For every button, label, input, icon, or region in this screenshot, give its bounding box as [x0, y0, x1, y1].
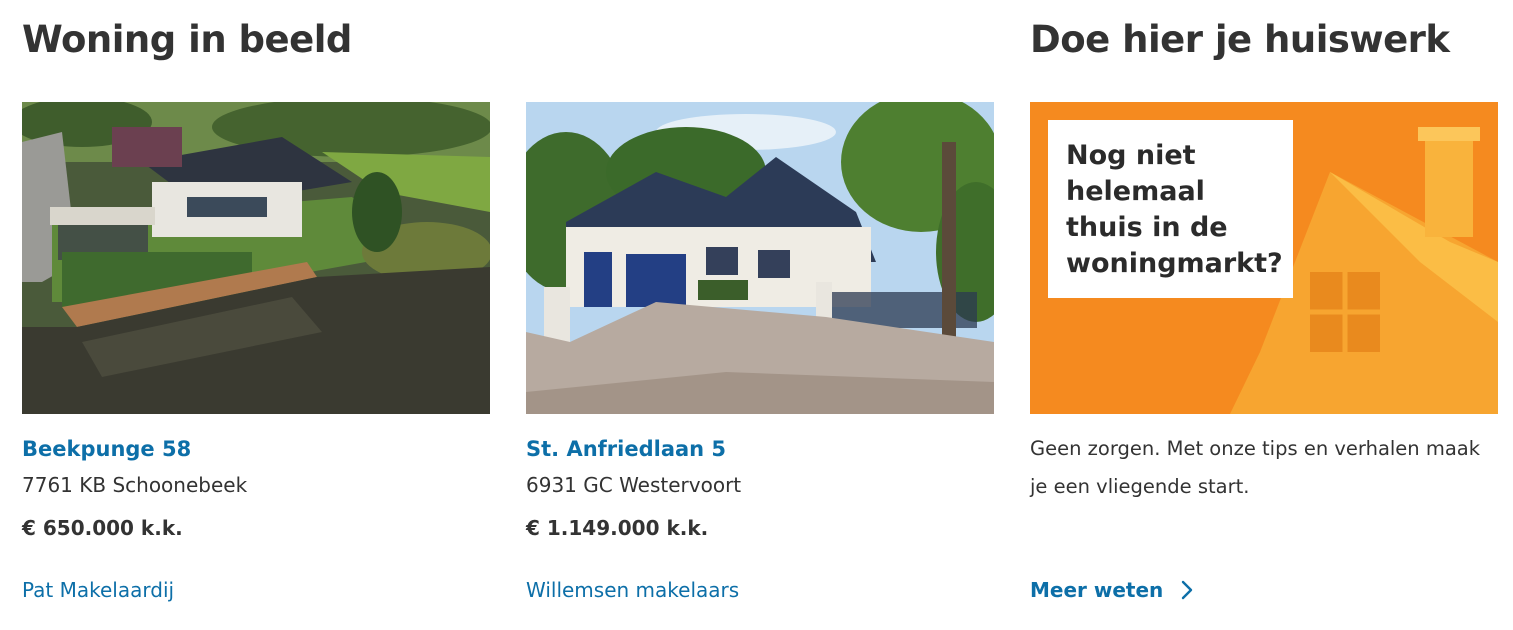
listing-postal-2: 6931 GC Westervoort	[526, 473, 742, 497]
meer-weten-label: Meer weten	[1030, 578, 1164, 602]
listing-address-2[interactable]: St. Anfriedlaan 5	[526, 436, 994, 462]
listing-photo-2[interactable]	[526, 102, 994, 414]
listing-photo-1[interactable]	[22, 102, 490, 414]
section-title-doe-hier-je-huiswerk: Doe hier je huiswerk	[1030, 18, 1450, 61]
listing-postal-1: 7761 KB Schoonebeek	[22, 473, 248, 497]
listing-agent-1[interactable]: Pat Makelaardij	[22, 578, 174, 602]
meer-weten-link[interactable]: Meer weten	[1030, 578, 1193, 602]
promo-card: Nog niet helemaal thuis in de woningmark…	[1030, 102, 1498, 414]
promo-image-text: Nog niet helemaal thuis in de woningmark…	[1048, 120, 1293, 298]
listing-price-1: € 650.000 k.k.	[22, 516, 183, 540]
chevron-right-icon	[1181, 580, 1193, 600]
listing-card-2: St. Anfriedlaan 5 6931 GC Westervoort € …	[526, 102, 994, 602]
promo-description: Geen zorgen. Met onze tips en verhalen m…	[1030, 437, 1481, 498]
listing-price-2: € 1.149.000 k.k.	[526, 516, 709, 540]
listing-address-1[interactable]: Beekpunge 58	[22, 436, 490, 462]
listing-agent-2[interactable]: Willemsen makelaars	[526, 578, 739, 602]
section-title-woning-in-beeld: Woning in beeld	[22, 18, 352, 61]
promo-image[interactable]: Nog niet helemaal thuis in de woningmark…	[1030, 102, 1498, 414]
listing-card-1: Beekpunge 58 7761 KB Schoonebeek € 650.0…	[22, 102, 490, 602]
